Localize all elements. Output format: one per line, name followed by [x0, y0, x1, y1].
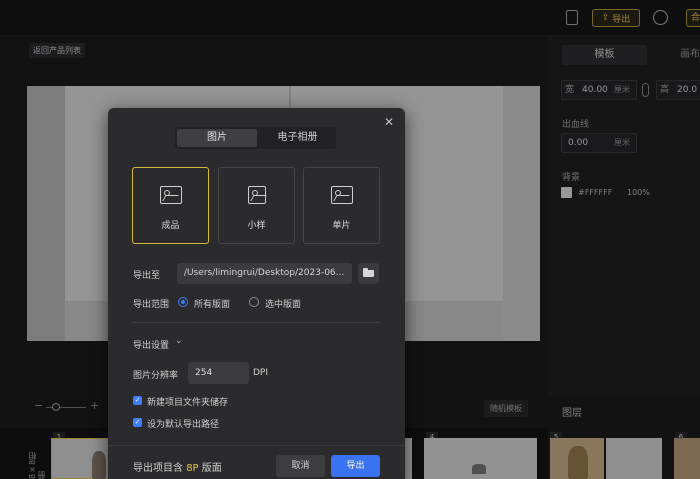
radio-selected-pages-label[interactable]: 选中版面: [265, 297, 301, 310]
export-settings-toggle[interactable]: 导出设置: [133, 338, 169, 351]
export-range-label: 导出范围: [133, 300, 170, 310]
checkbox-default-path-label[interactable]: 设为默认导出路径: [147, 417, 219, 430]
checkbox-new-folder[interactable]: ✓: [133, 396, 142, 405]
checkbox-new-folder-label[interactable]: 新建项目文件夹储存: [147, 395, 228, 408]
image-icon: [331, 186, 353, 204]
folder-icon: [363, 268, 374, 277]
tab-e-album[interactable]: 电子相册: [259, 127, 336, 149]
page-count: 8P: [186, 463, 199, 474]
radio-all-pages-label[interactable]: 所有版面: [194, 297, 230, 310]
option-single-page[interactable]: 单片: [303, 167, 380, 244]
resolution-unit: DPI: [253, 368, 269, 378]
chevron-down-icon[interactable]: ⌄: [175, 336, 183, 346]
checkbox-default-path[interactable]: ✓: [133, 418, 142, 427]
resolution-input[interactable]: 254: [188, 362, 249, 384]
radio-all-pages[interactable]: [178, 297, 188, 307]
cancel-button[interactable]: 取消: [276, 455, 325, 477]
option-finished-product[interactable]: 成品: [132, 167, 209, 244]
export-summary: 导出项目含 8P 版面: [133, 463, 222, 474]
image-icon: [160, 186, 182, 204]
export-to-label: 导出至: [133, 271, 161, 281]
export-path-input[interactable]: /Users/limingrui/Desktop/2023-06...: [177, 263, 352, 284]
image-icon: [248, 186, 266, 204]
browse-folder-button[interactable]: [358, 263, 379, 284]
resolution-label: 图片分辨率: [133, 371, 179, 381]
radio-selected-pages[interactable]: [249, 297, 259, 307]
tab-image[interactable]: 图片: [177, 129, 257, 147]
divider: [132, 322, 380, 323]
export-type-tabs: 图片 电子相册: [175, 127, 336, 149]
export-button[interactable]: 导出: [331, 455, 380, 477]
close-icon[interactable]: ✕: [383, 116, 395, 128]
option-sample[interactable]: 小样: [218, 167, 295, 244]
